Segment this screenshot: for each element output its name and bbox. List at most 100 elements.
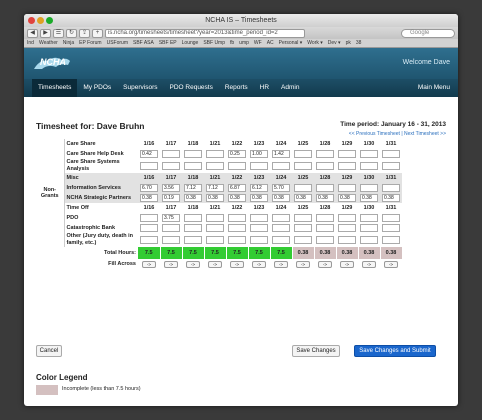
sidebar-icon[interactable]: ☰ [53, 28, 64, 38]
hours-input[interactable]: 0.42 [140, 150, 158, 158]
fill-across-button[interactable]: -> [252, 260, 266, 268]
bookmark-item[interactable]: ump [239, 40, 249, 46]
nav-admin[interactable]: Admin [275, 79, 305, 97]
hours-input[interactable] [228, 214, 246, 222]
fill-across-button[interactable]: -> [362, 260, 376, 268]
bookmark-item[interactable]: 38 [356, 40, 362, 46]
hours-input[interactable] [272, 236, 290, 244]
hours-input[interactable] [382, 184, 400, 192]
hours-input[interactable]: 6.12 [250, 184, 268, 192]
next-timesheet-link[interactable]: Next Timesheet >> [404, 131, 446, 137]
hours-input[interactable] [272, 214, 290, 222]
hours-input[interactable] [250, 162, 268, 170]
hours-input[interactable] [206, 214, 224, 222]
hours-input[interactable] [316, 162, 334, 170]
nav-reports[interactable]: Reports [219, 79, 254, 97]
hours-input[interactable] [294, 224, 312, 232]
fill-across-button[interactable]: -> [340, 260, 354, 268]
hours-input[interactable]: 0.38 [140, 194, 158, 202]
hours-input[interactable]: 7.12 [184, 184, 202, 192]
bookmark-item[interactable]: pk [346, 40, 351, 46]
hours-input[interactable]: 3.56 [162, 184, 180, 192]
close-window-button[interactable] [28, 17, 35, 24]
hours-input[interactable] [206, 236, 224, 244]
hours-input[interactable] [228, 236, 246, 244]
fill-across-button[interactable]: -> [274, 260, 288, 268]
hours-input[interactable]: 0.38 [316, 194, 334, 202]
fill-across-button[interactable]: -> [142, 260, 156, 268]
hours-input[interactable] [272, 224, 290, 232]
hours-input[interactable] [140, 236, 158, 244]
nav-pdo-requests[interactable]: PDO Requests [164, 79, 219, 97]
hours-input[interactable]: 0.25 [228, 150, 246, 158]
hours-input[interactable] [360, 184, 378, 192]
hours-input[interactable] [140, 162, 158, 170]
bookmark-item[interactable]: USForum [107, 40, 128, 46]
hours-input[interactable]: 0.38 [338, 194, 356, 202]
zoom-window-button[interactable] [46, 17, 53, 24]
hours-input[interactable] [316, 214, 334, 222]
hours-input[interactable]: 6.70 [140, 184, 158, 192]
hours-input[interactable] [382, 214, 400, 222]
minimize-window-button[interactable] [37, 17, 44, 24]
hours-input[interactable]: 0.38 [272, 194, 290, 202]
hours-input[interactable]: 0.38 [184, 194, 202, 202]
hours-input[interactable] [250, 214, 268, 222]
hours-input[interactable] [162, 236, 180, 244]
reload-icon[interactable]: ↻ [66, 28, 77, 38]
browser-search-input[interactable]: Google [401, 28, 455, 38]
hours-input[interactable] [162, 224, 180, 232]
forward-icon[interactable]: ▶ [40, 28, 51, 38]
new-tab-icon[interactable]: + [92, 28, 103, 38]
hours-input[interactable] [360, 236, 378, 244]
hours-input[interactable]: 0.38 [360, 194, 378, 202]
hours-input[interactable]: 3.75 [162, 214, 180, 222]
bookmark-item[interactable]: SBF EP [159, 40, 177, 46]
fill-across-button[interactable]: -> [296, 260, 310, 268]
hours-input[interactable] [294, 162, 312, 170]
bookmark-item[interactable]: WF [254, 40, 262, 46]
bookmark-item[interactable]: Ind [27, 40, 34, 46]
ncha-logo[interactable]: NCHA [32, 51, 72, 76]
nav-supervisors[interactable]: Supervisors [117, 79, 163, 97]
hours-input[interactable] [294, 236, 312, 244]
bookmark-item[interactable]: Lounge [182, 40, 199, 46]
hours-input[interactable]: 0.19 [162, 194, 180, 202]
previous-timesheet-link[interactable]: << Previous Timesheet [349, 131, 400, 137]
hours-input[interactable]: 5.70 [272, 184, 290, 192]
hours-input[interactable]: 6.87 [228, 184, 246, 192]
hours-input[interactable] [360, 150, 378, 158]
hours-input[interactable]: 0.38 [250, 194, 268, 202]
hours-input[interactable] [382, 150, 400, 158]
bookmark-item[interactable]: fb [230, 40, 234, 46]
hours-input[interactable] [360, 224, 378, 232]
back-icon[interactable]: ◀ [27, 28, 38, 38]
nav-hr[interactable]: HR [254, 79, 275, 97]
hours-input[interactable] [184, 214, 202, 222]
hours-input[interactable] [162, 150, 180, 158]
nav-my-pdos[interactable]: My PDOs [77, 79, 117, 97]
hours-input[interactable] [338, 162, 356, 170]
hours-input[interactable] [250, 224, 268, 232]
hours-input[interactable] [338, 150, 356, 158]
hours-input[interactable] [206, 162, 224, 170]
hours-input[interactable]: 1.42 [272, 150, 290, 158]
hours-input[interactable] [228, 224, 246, 232]
hours-input[interactable] [294, 150, 312, 158]
fill-across-button[interactable]: -> [186, 260, 200, 268]
hours-input[interactable]: 0.38 [228, 194, 246, 202]
hours-input[interactable] [206, 150, 224, 158]
hours-input[interactable] [338, 184, 356, 192]
hours-input[interactable]: 0.38 [294, 194, 312, 202]
bookmark-item[interactable]: SBF ASA [133, 40, 154, 46]
main-menu-link[interactable]: Main Menu [418, 79, 450, 97]
bookmark-item[interactable]: Weather [39, 40, 58, 46]
bookmark-item[interactable]: Work ▾ [307, 40, 322, 46]
hours-input[interactable] [184, 162, 202, 170]
hours-input[interactable] [140, 214, 158, 222]
hours-input[interactable] [316, 236, 334, 244]
hours-input[interactable] [338, 214, 356, 222]
hours-input[interactable] [360, 162, 378, 170]
hours-input[interactable] [272, 162, 290, 170]
bookmark-item[interactable]: AC [267, 40, 274, 46]
